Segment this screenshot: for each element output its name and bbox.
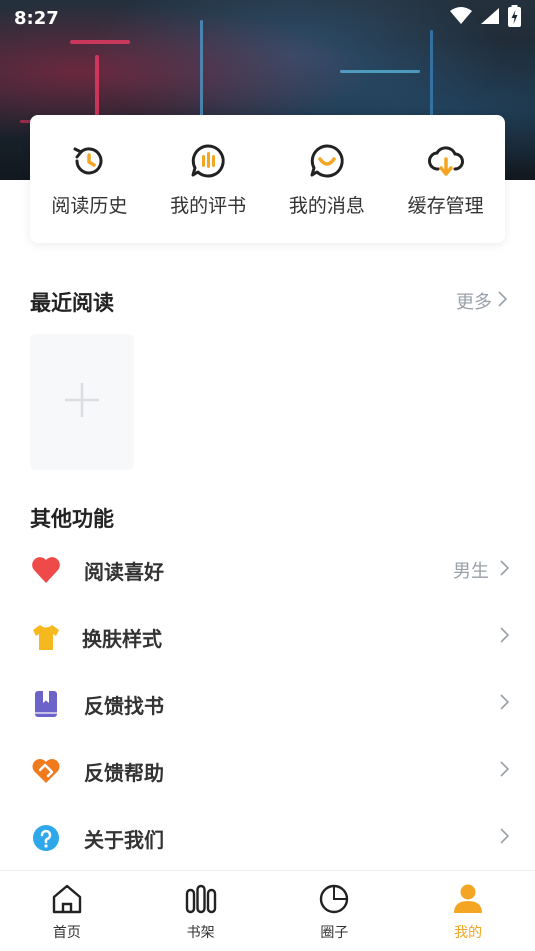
signal-icon: [480, 7, 500, 29]
func-row-feedback-help[interactable]: 反馈帮助: [0, 741, 535, 801]
message-smile-icon: [307, 141, 347, 181]
nav-label: 书架: [186, 925, 215, 941]
func-row-about-us[interactable]: 关于我们: [0, 808, 535, 868]
plus-icon: [63, 381, 101, 423]
chevron-right-icon: [498, 290, 508, 312]
quick-action-cache-management[interactable]: 缓存管理: [391, 141, 501, 218]
history-icon: [69, 141, 109, 181]
quick-action-label: 我的消息: [288, 194, 365, 217]
neon-streak: [70, 40, 130, 44]
other-functions-title: 其他功能: [30, 507, 114, 531]
cloud-download-icon: [426, 141, 466, 181]
func-label: 反馈帮助: [84, 760, 164, 785]
more-label: 更多: [456, 292, 492, 313]
chevron-right-icon: [500, 627, 510, 647]
recent-more-link[interactable]: 更多: [456, 288, 508, 314]
nav-label: 圈子: [320, 925, 349, 941]
status-bar: 8:27: [0, 0, 535, 36]
neon-streak: [430, 30, 433, 120]
func-label: 反馈找书: [84, 693, 164, 718]
home-icon: [51, 884, 83, 918]
func-label: 阅读喜好: [84, 559, 164, 584]
recent-reading-title: 最近阅读: [30, 291, 114, 315]
neon-streak: [200, 20, 203, 130]
func-row-feedback-find-book[interactable]: 反馈找书: [0, 674, 535, 734]
handshake-icon: [30, 755, 62, 787]
bookshelf-icon: [185, 884, 217, 918]
func-label: 关于我们: [84, 827, 164, 852]
chevron-right-icon: [500, 560, 510, 580]
chevron-right-icon: [500, 694, 510, 714]
neon-streak: [340, 70, 420, 73]
nav-item-circle[interactable]: 圈子: [268, 871, 402, 951]
func-label: 换肤样式: [82, 626, 162, 651]
quick-action-label: 阅读历史: [51, 194, 128, 217]
quick-action-my-messages[interactable]: 我的消息: [272, 141, 382, 218]
nav-label: 我的: [454, 925, 483, 941]
add-book-tile[interactable]: [30, 334, 134, 470]
wifi-icon: [450, 7, 472, 29]
quick-action-reading-history[interactable]: 阅读历史: [34, 141, 144, 218]
func-row-skin-style[interactable]: 换肤样式: [0, 607, 535, 667]
shirt-icon: [30, 621, 62, 653]
status-time: 8:27: [14, 7, 59, 29]
quick-action-label: 我的评书: [170, 194, 247, 217]
book-icon: [30, 688, 62, 720]
chevron-right-icon: [500, 761, 510, 781]
chevron-right-icon: [500, 828, 510, 848]
heart-icon: [30, 554, 62, 586]
battery-icon: [508, 5, 521, 31]
nav-item-bookshelf[interactable]: 书架: [134, 871, 268, 951]
quick-action-label: 缓存管理: [407, 194, 484, 217]
func-value: 男生: [453, 561, 489, 582]
circle-icon: [318, 884, 350, 918]
func-row-reading-preference[interactable]: 阅读喜好 男生: [0, 540, 535, 600]
system-icons: [450, 5, 521, 31]
nav-item-home[interactable]: 首页: [0, 871, 134, 951]
nav-label: 首页: [52, 925, 81, 941]
review-bubble-icon: [188, 141, 228, 181]
question-icon: [30, 822, 62, 854]
nav-item-mine[interactable]: 我的: [401, 871, 535, 951]
quick-actions-card: 阅读历史 我的评书 我的消息 缓存管理: [30, 115, 505, 243]
bottom-navigation: 首页 书架 圈子 我的: [0, 870, 535, 951]
profile-icon: [452, 884, 484, 918]
quick-action-my-reviews[interactable]: 我的评书: [153, 141, 263, 218]
